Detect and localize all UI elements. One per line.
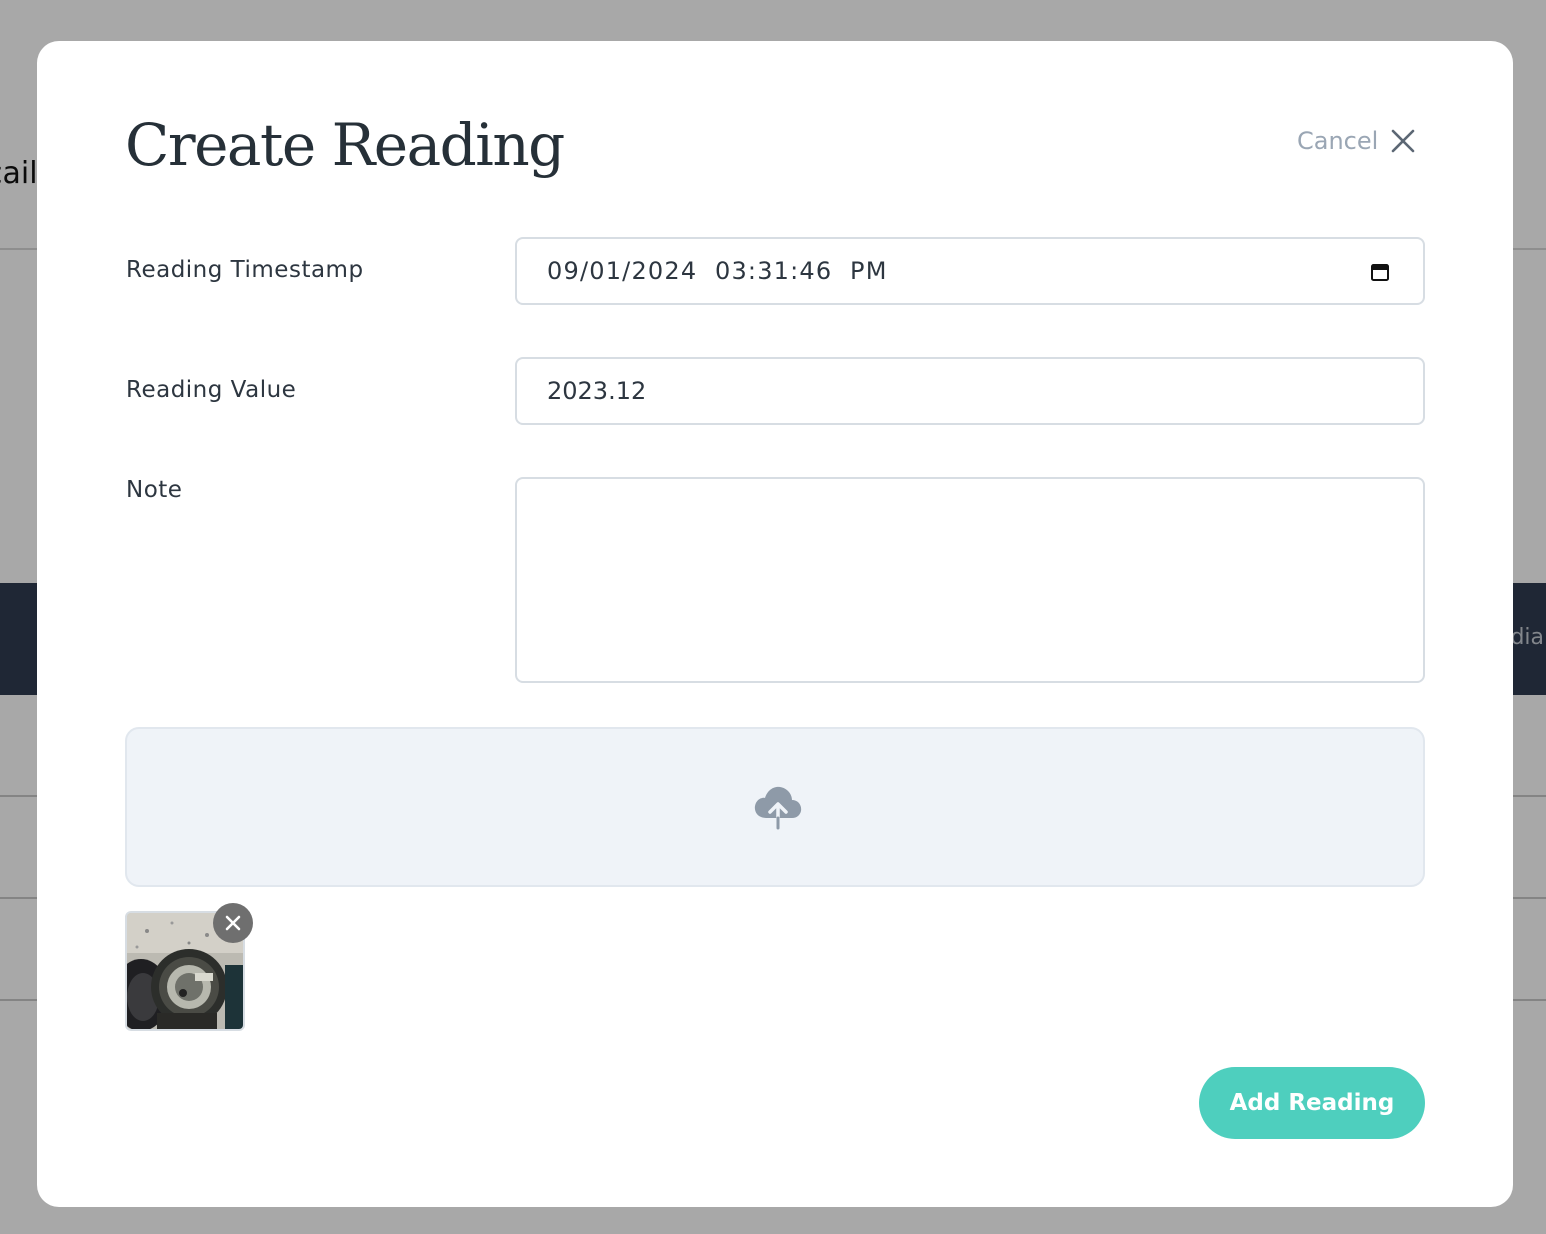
cancel-label: Cancel (1297, 127, 1379, 155)
remove-attachment-button[interactable] (213, 903, 253, 943)
note-textarea[interactable] (515, 477, 1425, 683)
cloud-upload-icon (754, 786, 802, 830)
close-icon (1392, 129, 1415, 153)
timestamp-value: 09/01/2024 03:31:46 PM (547, 257, 888, 285)
reading-value-label: Reading Value (126, 377, 297, 403)
file-dropzone[interactable] (125, 727, 1425, 887)
reading-value-text: 2023.12 (547, 377, 647, 405)
timestamp-label: Reading Timestamp (126, 257, 364, 283)
create-reading-modal: Create Reading Cancel Reading Timestamp … (37, 41, 1513, 1207)
modal-title: Create Reading (125, 111, 565, 179)
calendar-icon[interactable] (1371, 263, 1389, 281)
note-label: Note (126, 477, 183, 503)
add-reading-button[interactable]: Add Reading (1199, 1067, 1425, 1139)
reading-value-input[interactable]: 2023.12 (515, 357, 1425, 425)
timestamp-input[interactable]: 09/01/2024 03:31:46 PM (515, 237, 1425, 305)
cancel-button[interactable]: Cancel (1297, 127, 1416, 155)
remove-x-icon (225, 915, 241, 931)
